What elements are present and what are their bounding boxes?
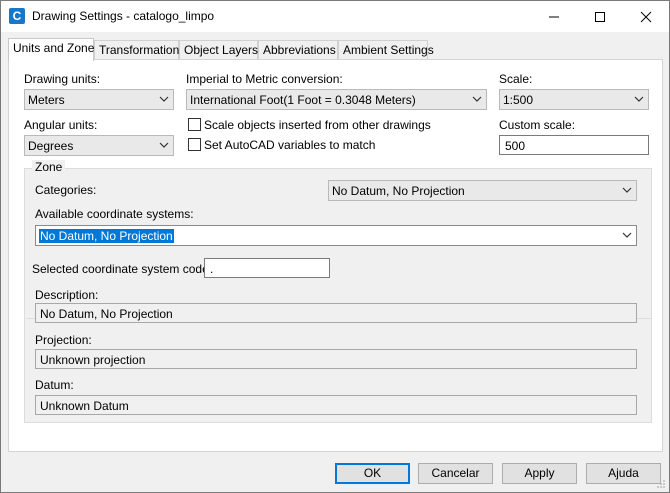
chevron-down-icon <box>622 232 632 238</box>
zone-groupbox: Categories: No Datum, No Projection Avai… <box>24 168 652 423</box>
maximize-button[interactable] <box>577 1 623 32</box>
ok-button[interactable]: OK <box>335 463 410 484</box>
drawing-units-value: Meters <box>28 93 65 107</box>
tab-transformation[interactable]: Transformation <box>94 40 179 60</box>
civil3d-app-icon <box>9 8 25 24</box>
projection-value: Unknown projection <box>40 353 146 367</box>
chevron-down-icon <box>622 187 632 193</box>
angular-units-dropdown[interactable]: Degrees <box>24 135 174 156</box>
tab-ambient-settings[interactable]: Ambient Settings <box>338 40 434 60</box>
help-button[interactable]: Ajuda <box>586 463 661 484</box>
scale-dropdown[interactable]: 1:500 <box>499 89 649 110</box>
chevron-down-icon <box>472 96 482 102</box>
projection-field: Unknown projection <box>35 349 637 369</box>
set-autocad-variables-label[interactable]: Set AutoCAD variables to match <box>204 138 375 152</box>
scale-label: Scale: <box>499 72 533 86</box>
description-field: No Datum, No Projection <box>35 303 637 323</box>
custom-scale-value: 500 <box>505 139 526 153</box>
close-icon <box>640 11 652 23</box>
zone-groupbox-title: Zone <box>32 160 66 174</box>
set-autocad-variables-checkbox[interactable] <box>188 138 201 151</box>
tab-abbreviations[interactable]: Abbreviations <box>258 40 338 60</box>
available-coordinate-systems-label: Available coordinate systems: <box>35 207 194 221</box>
apply-button[interactable]: Apply <box>502 463 577 484</box>
available-coordinate-systems-value: No Datum, No Projection <box>39 229 174 243</box>
projection-label: Projection: <box>35 333 92 347</box>
available-coordinate-systems-dropdown[interactable]: No Datum, No Projection <box>35 225 637 246</box>
minimize-icon <box>549 16 559 18</box>
title-bar[interactable]: Drawing Settings - catalogo_limpo <box>1 1 669 32</box>
categories-value: No Datum, No Projection <box>332 184 465 198</box>
imperial-conversion-label: Imperial to Metric conversion: <box>186 72 343 86</box>
custom-scale-input[interactable]: 500 <box>499 135 649 155</box>
drawing-units-label: Drawing units: <box>24 72 101 86</box>
description-value: No Datum, No Projection <box>40 307 173 321</box>
tab-label: Transformation <box>99 43 180 57</box>
tab-label: Units and Zone <box>13 41 95 55</box>
tab-units-and-zone[interactable]: Units and Zone <box>8 38 94 61</box>
tab-label: Ambient Settings <box>343 43 434 57</box>
resize-grip-icon[interactable] <box>656 479 666 489</box>
scale-objects-label[interactable]: Scale objects inserted from other drawin… <box>204 118 431 132</box>
selected-code-value: . <box>210 262 214 276</box>
angular-units-label: Angular units: <box>24 118 98 132</box>
scale-objects-checkbox[interactable] <box>188 118 201 131</box>
datum-label: Datum: <box>35 378 74 392</box>
units-and-zone-panel: Drawing units: Meters Angular units: Deg… <box>8 59 663 452</box>
datum-value: Unknown Datum <box>40 399 129 413</box>
chevron-down-icon <box>159 142 169 148</box>
drawing-settings-dialog: Drawing Settings - catalogo_limpo Units … <box>0 0 670 493</box>
close-button[interactable] <box>623 1 669 32</box>
tab-label: Object Layers <box>184 43 259 57</box>
imperial-conversion-dropdown[interactable]: International Foot(1 Foot = 0.3048 Meter… <box>186 89 487 110</box>
description-label: Description: <box>35 288 99 302</box>
chevron-down-icon <box>159 96 169 102</box>
custom-scale-label: Custom scale: <box>499 118 576 132</box>
scale-value: 1:500 <box>503 93 534 107</box>
categories-label: Categories: <box>35 183 97 197</box>
available-coordinate-systems-value-wrap: No Datum, No Projection <box>39 229 174 243</box>
datum-field: Unknown Datum <box>35 395 637 415</box>
tab-label: Abbreviations <box>263 43 336 57</box>
angular-units-value: Degrees <box>28 139 74 153</box>
categories-dropdown[interactable]: No Datum, No Projection <box>328 180 637 201</box>
selected-code-input[interactable]: . <box>204 258 330 278</box>
chevron-down-icon <box>634 96 644 102</box>
cancel-button[interactable]: Cancelar <box>418 463 493 484</box>
selected-code-label: Selected coordinate system code: <box>32 262 213 276</box>
tab-object-layers[interactable]: Object Layers <box>179 40 258 60</box>
window-title: Drawing Settings - catalogo_limpo <box>32 9 215 23</box>
maximize-icon <box>595 12 605 22</box>
drawing-units-dropdown[interactable]: Meters <box>24 89 174 110</box>
minimize-button[interactable] <box>531 1 577 32</box>
imperial-conversion-value: International Foot(1 Foot = 0.3048 Meter… <box>190 93 416 107</box>
